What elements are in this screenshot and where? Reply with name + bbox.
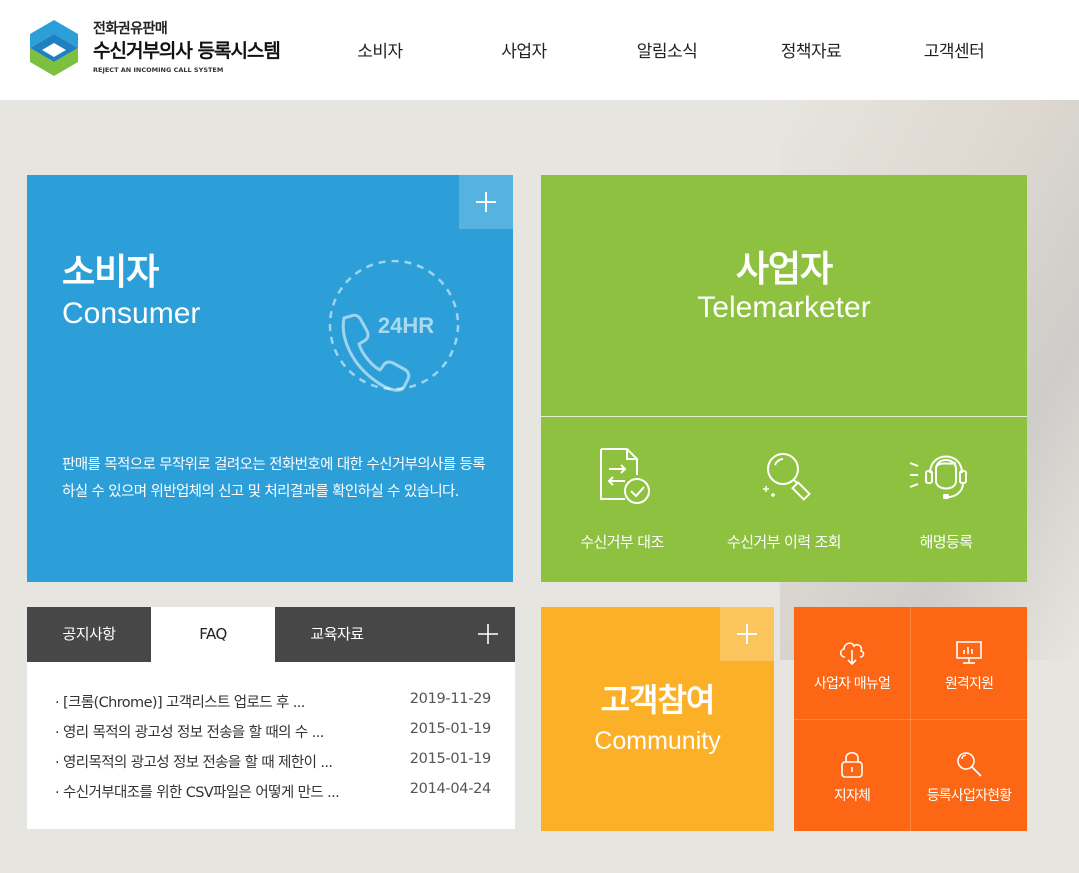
phone-24hr-icon: 24HR <box>328 260 460 392</box>
list-item-date: 2014-04-24 <box>409 781 492 797</box>
quick-manual[interactable]: 사업자 매뉴얼 <box>794 607 910 719</box>
site-header: 전화권유판매 수신거부의사 등록시스템 REJECT AN INCOMING C… <box>0 0 1079 100</box>
plus-icon <box>737 624 757 644</box>
nav-consumer[interactable]: 소비자 <box>310 37 450 62</box>
notice-more-icon[interactable] <box>475 621 501 647</box>
lock-icon <box>841 751 863 778</box>
quick-remote-label: 원격지원 <box>944 676 994 692</box>
nav-business[interactable]: 사업자 <box>454 37 594 62</box>
notice-tabs: 공지사항 FAQ 교육자료 <box>27 607 515 662</box>
badge-24hr: 24HR <box>378 313 434 338</box>
list-item-title: · 영리목적의 광고성 정보 전송을 할 때 제한이 ... <box>55 755 333 771</box>
quick-registered-status-label: 등록사업자현황 <box>926 788 1012 804</box>
tele-item-history-label: 수신거부 이력 조회 <box>727 533 842 551</box>
telemarketer-card: 사업자 Telemarketer 수신거부 대조 수신거부 이력 조회 해명등록 <box>541 175 1027 582</box>
tele-item-compare[interactable]: 수신거부 대조 <box>541 445 703 555</box>
tab-faq[interactable]: FAQ <box>151 607 275 662</box>
nav-news[interactable]: 알림소식 <box>597 37 737 62</box>
list-item[interactable]: · [크롬(Chrome)] 고객리스트 업로드 후 ... 2019-11-2… <box>55 691 495 721</box>
community-more-button[interactable] <box>720 607 774 661</box>
quick-remote[interactable]: 원격지원 <box>911 607 1027 719</box>
notice-panel: 공지사항 FAQ 교육자료 · [크롬(Chrome)] 고객리스트 업로드 후… <box>27 607 515 829</box>
tab-education[interactable]: 교육자료 <box>275 607 399 662</box>
list-item-title: · 수신거부대조를 위한 CSV파일은 어떻게 만드 ... <box>55 785 340 801</box>
tele-item-compare-label: 수신거부 대조 <box>580 533 664 551</box>
quick-local-gov-label: 지자체 <box>833 788 871 804</box>
quick-local-gov[interactable]: 지자체 <box>794 719 910 831</box>
list-item-title: · 영리 목적의 광고성 정보 전송을 할 때의 수 ... <box>55 725 324 741</box>
search-icon <box>957 752 982 777</box>
community-title: 고객참여 <box>600 681 716 719</box>
logo-title: 수신거부의사 등록시스템 <box>93 40 281 62</box>
logo-subtitle: 전화권유판매 <box>93 21 168 37</box>
consumer-more-button[interactable] <box>459 175 513 229</box>
document-compare-icon <box>600 448 650 504</box>
monitor-icon <box>956 641 982 664</box>
community-subtitle: Community <box>594 727 721 755</box>
list-item-date: 2015-01-19 <box>409 721 492 737</box>
logo-mark-icon <box>30 20 78 76</box>
telemarketer-title: 사업자 <box>735 249 833 290</box>
tele-item-explain-label: 해명등록 <box>919 533 973 551</box>
list-item[interactable]: · 영리목적의 광고성 정보 전송을 할 때 제한이 ... 2015-01-1… <box>55 751 495 781</box>
community-card[interactable]: 고객참여 Community <box>541 607 774 831</box>
telemarketer-link[interactable]: 사업자 Telemarketer <box>541 175 1027 416</box>
nav-policy[interactable]: 정책자료 <box>741 37 881 62</box>
site-logo[interactable]: 전화권유판매 수신거부의사 등록시스템 REJECT AN INCOMING C… <box>30 18 300 80</box>
list-item[interactable]: · 영리 목적의 광고성 정보 전송을 할 때의 수 ... 2015-01-1… <box>55 721 495 751</box>
consumer-subtitle: Consumer <box>62 297 201 330</box>
consumer-title: 소비자 <box>62 252 159 293</box>
nav-support[interactable]: 고객센터 <box>884 37 1024 62</box>
faq-list: · [크롬(Chrome)] 고객리스트 업로드 후 ... 2019-11-2… <box>55 691 495 811</box>
cloud-download-icon <box>839 642 865 666</box>
main-nav: 소비자 사업자 알림소식 정책자료 고객센터 <box>310 0 1070 100</box>
list-item-date: 2019-11-29 <box>409 691 492 707</box>
tab-notice[interactable]: 공지사항 <box>27 607 151 662</box>
headset-icon <box>909 455 967 499</box>
list-item[interactable]: · 수신거부대조를 위한 CSV파일은 어떻게 만드 ... 2014-04-2… <box>55 781 495 811</box>
quick-manual-label: 사업자 매뉴얼 <box>813 676 891 692</box>
consumer-card[interactable]: 소비자 Consumer 24HR 판매를 목적으로 무작위로 걸려오는 전화번… <box>27 175 513 582</box>
list-item-date: 2015-01-19 <box>409 751 492 767</box>
telemarketer-divider <box>541 416 1027 417</box>
quick-registered-status[interactable]: 등록사업자현황 <box>911 719 1027 831</box>
magnifier-icon <box>763 453 811 501</box>
plus-icon <box>476 192 496 212</box>
consumer-description: 판매를 목적으로 무작위로 걸려오는 전화번호에 대한 수신거부의사를 등록하실… <box>62 457 486 500</box>
quick-links: 사업자 매뉴얼 원격지원 지자체 등록사업자현황 <box>794 607 1027 831</box>
telemarketer-subtitle: Telemarketer <box>697 291 871 324</box>
logo-english: REJECT AN INCOMING CALL SYSTEM <box>93 66 224 74</box>
list-item-title: · [크롬(Chrome)] 고객리스트 업로드 후 ... <box>55 695 305 711</box>
tele-item-explain[interactable]: 해명등록 <box>865 445 1027 555</box>
tele-item-history[interactable]: 수신거부 이력 조회 <box>703 445 865 555</box>
